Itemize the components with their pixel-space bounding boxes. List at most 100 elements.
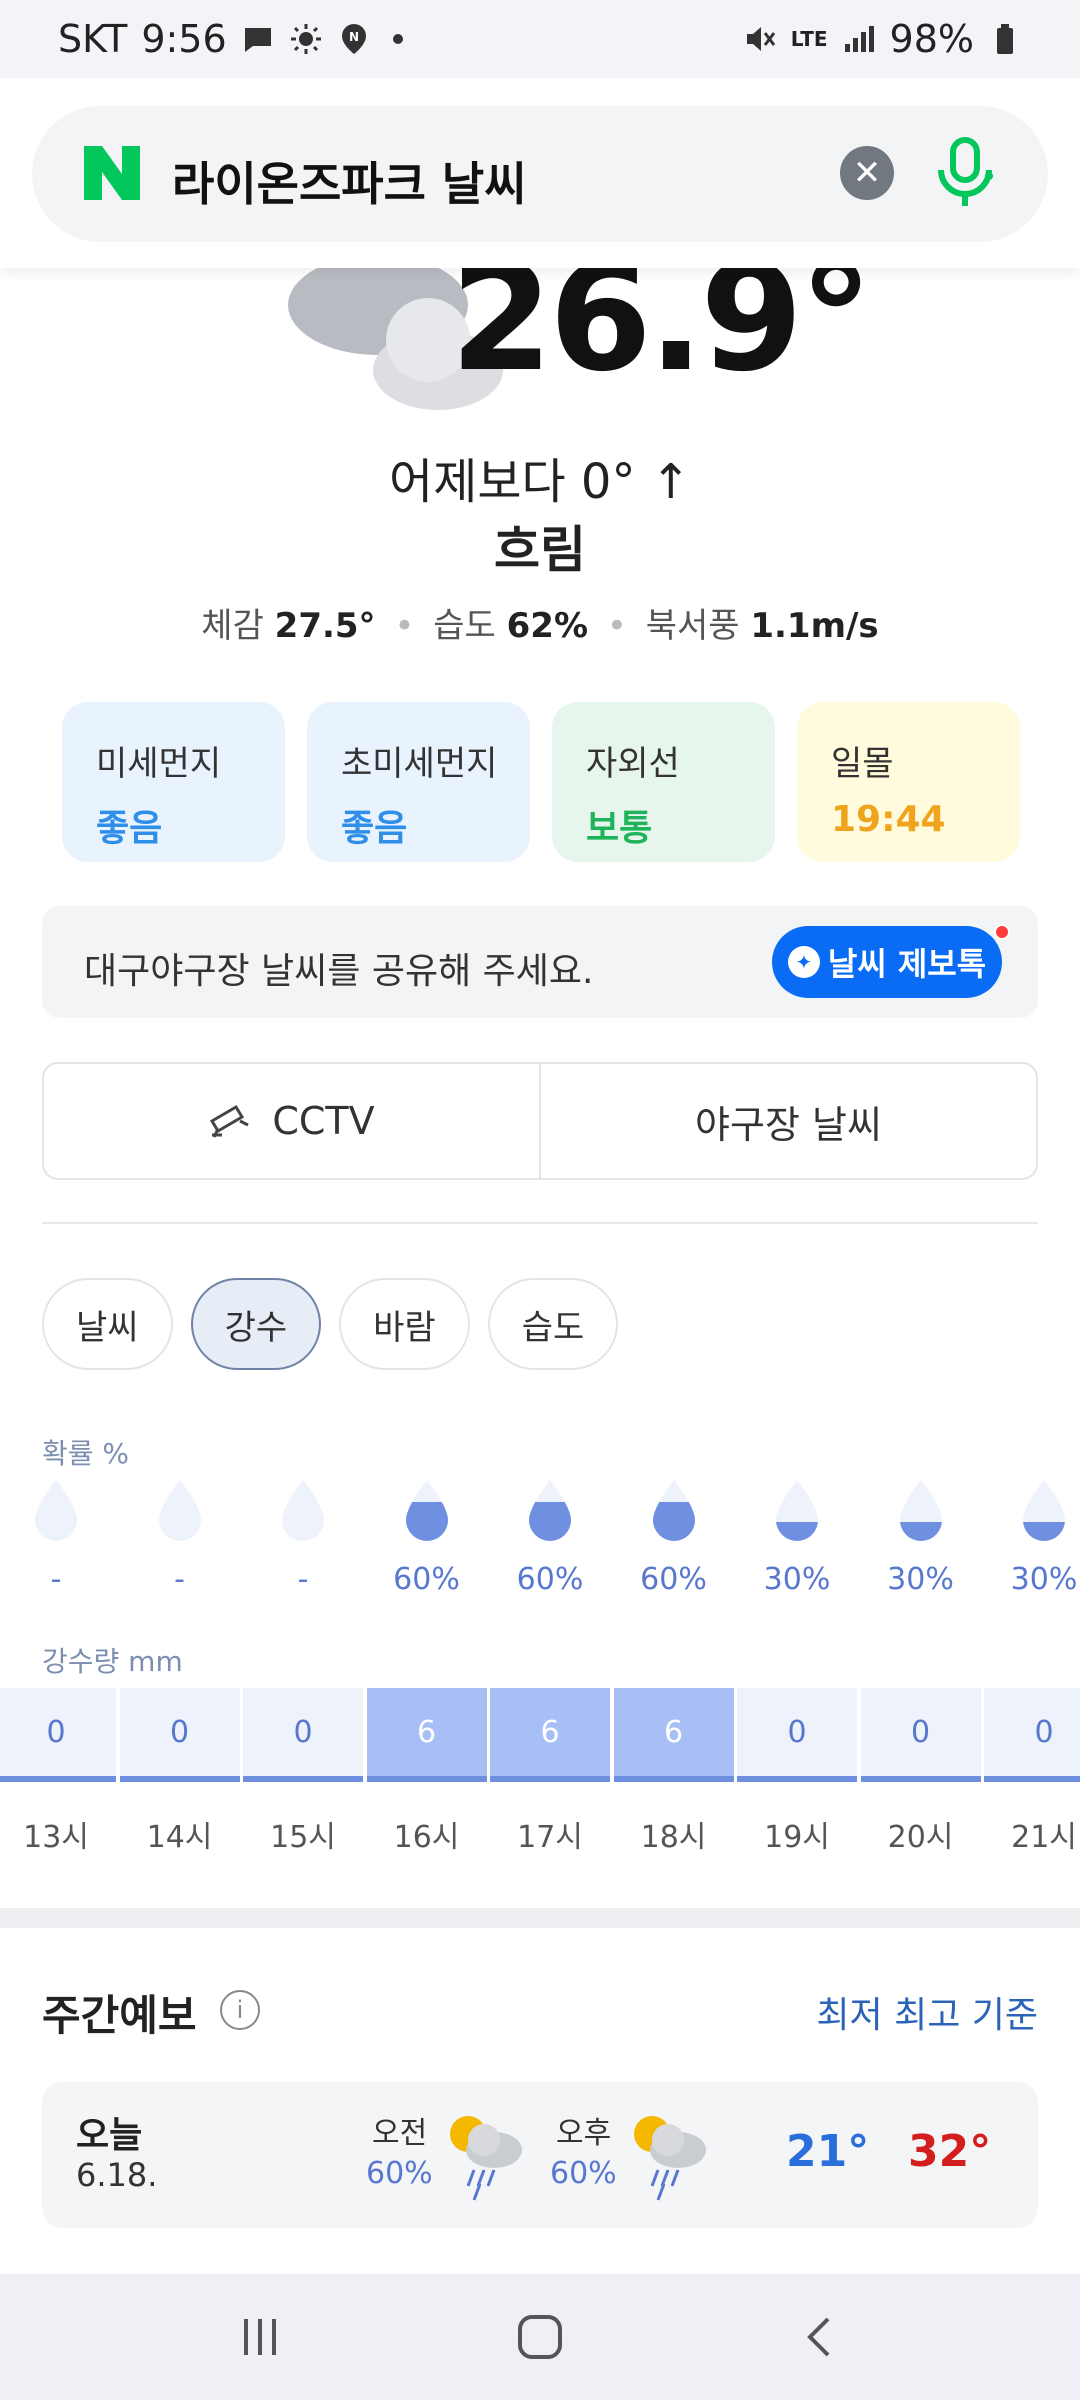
weather-details: 체감 27.5° • 습도 62% • 북서풍 1.1m/s	[0, 598, 1080, 647]
hour-labels: 13시 14시 15시 16시 17시 18시 19시 20시 21시	[0, 1812, 1080, 1855]
card-label: 미세먼지	[96, 744, 222, 784]
search-box[interactable]: 라이온즈파크 날씨 ✕	[32, 106, 1048, 242]
raindrop-icon	[529, 1480, 571, 1541]
raindrop-icon	[652, 1480, 695, 1541]
cctv-button[interactable]: CCTV	[44, 1064, 539, 1178]
sun-cloud-rain-icon	[634, 2116, 706, 2201]
wind-label: 북서풍	[645, 606, 740, 646]
raindrop-icon	[1023, 1480, 1065, 1541]
weather-report-button[interactable]: ✦ 날씨 제보톡	[772, 926, 1002, 998]
hour-label: 18시	[640, 1820, 707, 1855]
card-label: 일몰	[831, 744, 894, 784]
clear-search-button[interactable]: ✕	[840, 146, 894, 200]
probability-column: 30%	[859, 1478, 983, 1597]
pm-precip-chance: 60%	[550, 2156, 617, 2191]
probability-value: 60%	[640, 1562, 707, 1597]
wind-value: 1.1m/s	[750, 606, 879, 646]
probability-label: 확률 %	[42, 1437, 130, 1470]
raindrop-icon	[35, 1480, 77, 1541]
brightness-icon	[290, 24, 321, 54]
search-input[interactable]: 라이온즈파크 날씨	[172, 148, 527, 214]
probability-column: 60%	[488, 1478, 612, 1597]
card-value: 보통	[586, 808, 653, 849]
chat-icon: ✦	[787, 946, 820, 978]
am-precip-chance: 60%	[366, 2156, 433, 2191]
cctv-label: CCTV	[272, 1099, 375, 1143]
amount-cell: 0	[243, 1688, 363, 1782]
recent-apps-button[interactable]	[220, 2297, 300, 2377]
humidity-value: 62%	[506, 606, 589, 646]
am-label: 오전	[372, 2116, 428, 2151]
raindrop-icon	[899, 1480, 942, 1541]
pm-forecast: 오후 60%	[550, 2108, 716, 2208]
tab-precipitation[interactable]: 강수	[190, 1278, 322, 1370]
amount-cell: 0	[0, 1688, 116, 1782]
amount-cell: 6	[490, 1688, 610, 1782]
forecast-day-today[interactable]: 오늘 6.18. 오전 60% 오후 60% 21° 32°	[42, 2082, 1038, 2228]
min-temperature: 21°	[786, 2126, 870, 2177]
feels-label: 체감	[201, 606, 264, 646]
card-value: 좋음	[341, 808, 408, 849]
am-forecast: 오전 60%	[366, 2108, 532, 2208]
quick-links: CCTV 야구장 날씨	[42, 1062, 1038, 1180]
mute-icon	[746, 27, 775, 51]
raindrop-icon	[776, 1480, 818, 1541]
raindrop-icon	[405, 1480, 448, 1541]
new-badge-dot	[994, 924, 1010, 940]
tab-humidity[interactable]: 습도	[487, 1278, 619, 1370]
microphone-icon[interactable]	[932, 136, 998, 212]
amount-cell: 0	[119, 1688, 240, 1782]
amount-cell: 6	[613, 1688, 734, 1782]
card-value: 좋음	[96, 808, 163, 849]
hour-label: 17시	[517, 1820, 583, 1855]
probability-column: 30%	[735, 1478, 859, 1597]
recent-apps-icon	[244, 2319, 276, 2355]
weather-condition: 흐림	[494, 521, 586, 579]
feels-value: 27.5°	[274, 606, 376, 646]
notification-dot	[392, 34, 403, 44]
info-icon[interactable]: i	[220, 1990, 260, 2030]
max-temperature: 32°	[908, 2126, 992, 2177]
carrier-label: SKT	[58, 17, 128, 61]
min-max-basis-link[interactable]: 최저 최고 기준	[816, 1986, 1038, 2038]
amount-cell: 0	[737, 1688, 857, 1782]
card-ultrafine-dust[interactable]: 초미세먼지 좋음	[307, 702, 530, 862]
card-label: 초미세먼지	[341, 744, 498, 784]
back-button[interactable]	[780, 2297, 860, 2377]
probability-column: -	[0, 1478, 118, 1597]
card-value: 19:44	[831, 799, 946, 840]
tab-wind[interactable]: 바람	[339, 1278, 470, 1370]
weather-report-banner: 대구야구장 날씨를 공유해 주세요. ✦ 날씨 제보톡	[42, 906, 1038, 1018]
status-bar: SKT 9:56 N LTE 98%	[0, 0, 1080, 78]
home-icon	[518, 2315, 562, 2359]
section-divider	[42, 1222, 1038, 1224]
raindrop-icon	[158, 1480, 201, 1541]
amount-cell: 0	[984, 1688, 1080, 1782]
card-uv-index[interactable]: 자외선 보통	[552, 702, 775, 862]
back-icon	[807, 2317, 830, 2357]
pm-label: 오후	[556, 2116, 612, 2151]
cctv-camera-icon	[210, 1104, 250, 1138]
probability-value: 60%	[393, 1562, 460, 1597]
probability-value: -	[297, 1562, 309, 1597]
message-icon	[244, 28, 271, 52]
naver-location-icon: N	[341, 24, 366, 54]
ballpark-weather-button[interactable]: 야구장 날씨	[539, 1064, 1036, 1178]
probability-column: 30%	[982, 1478, 1080, 1597]
search-header: 라이온즈파크 날씨 ✕	[0, 78, 1080, 268]
probability-column: -	[241, 1478, 365, 1597]
naver-logo-icon[interactable]	[82, 144, 142, 202]
card-label: 자외선	[586, 744, 680, 784]
home-button[interactable]	[500, 2297, 580, 2377]
tab-weather[interactable]: 날씨	[42, 1278, 173, 1370]
signal-icon	[844, 26, 874, 52]
sun-cloud-rain-icon	[450, 2116, 522, 2201]
card-fine-dust[interactable]: 미세먼지 좋음	[62, 702, 285, 862]
probability-column: 60%	[365, 1478, 489, 1597]
precipitation-probability-row: - - - 60% 60% 60% 30% 30% 30%	[0, 1478, 1080, 1608]
system-navigation-bar	[0, 2274, 1080, 2400]
yesterday-comparison: 어제보다 0° ↑	[389, 454, 691, 510]
raindrop-icon	[282, 1480, 324, 1541]
hour-label: 14시	[146, 1820, 213, 1855]
card-sunset[interactable]: 일몰 19:44	[797, 702, 1020, 862]
